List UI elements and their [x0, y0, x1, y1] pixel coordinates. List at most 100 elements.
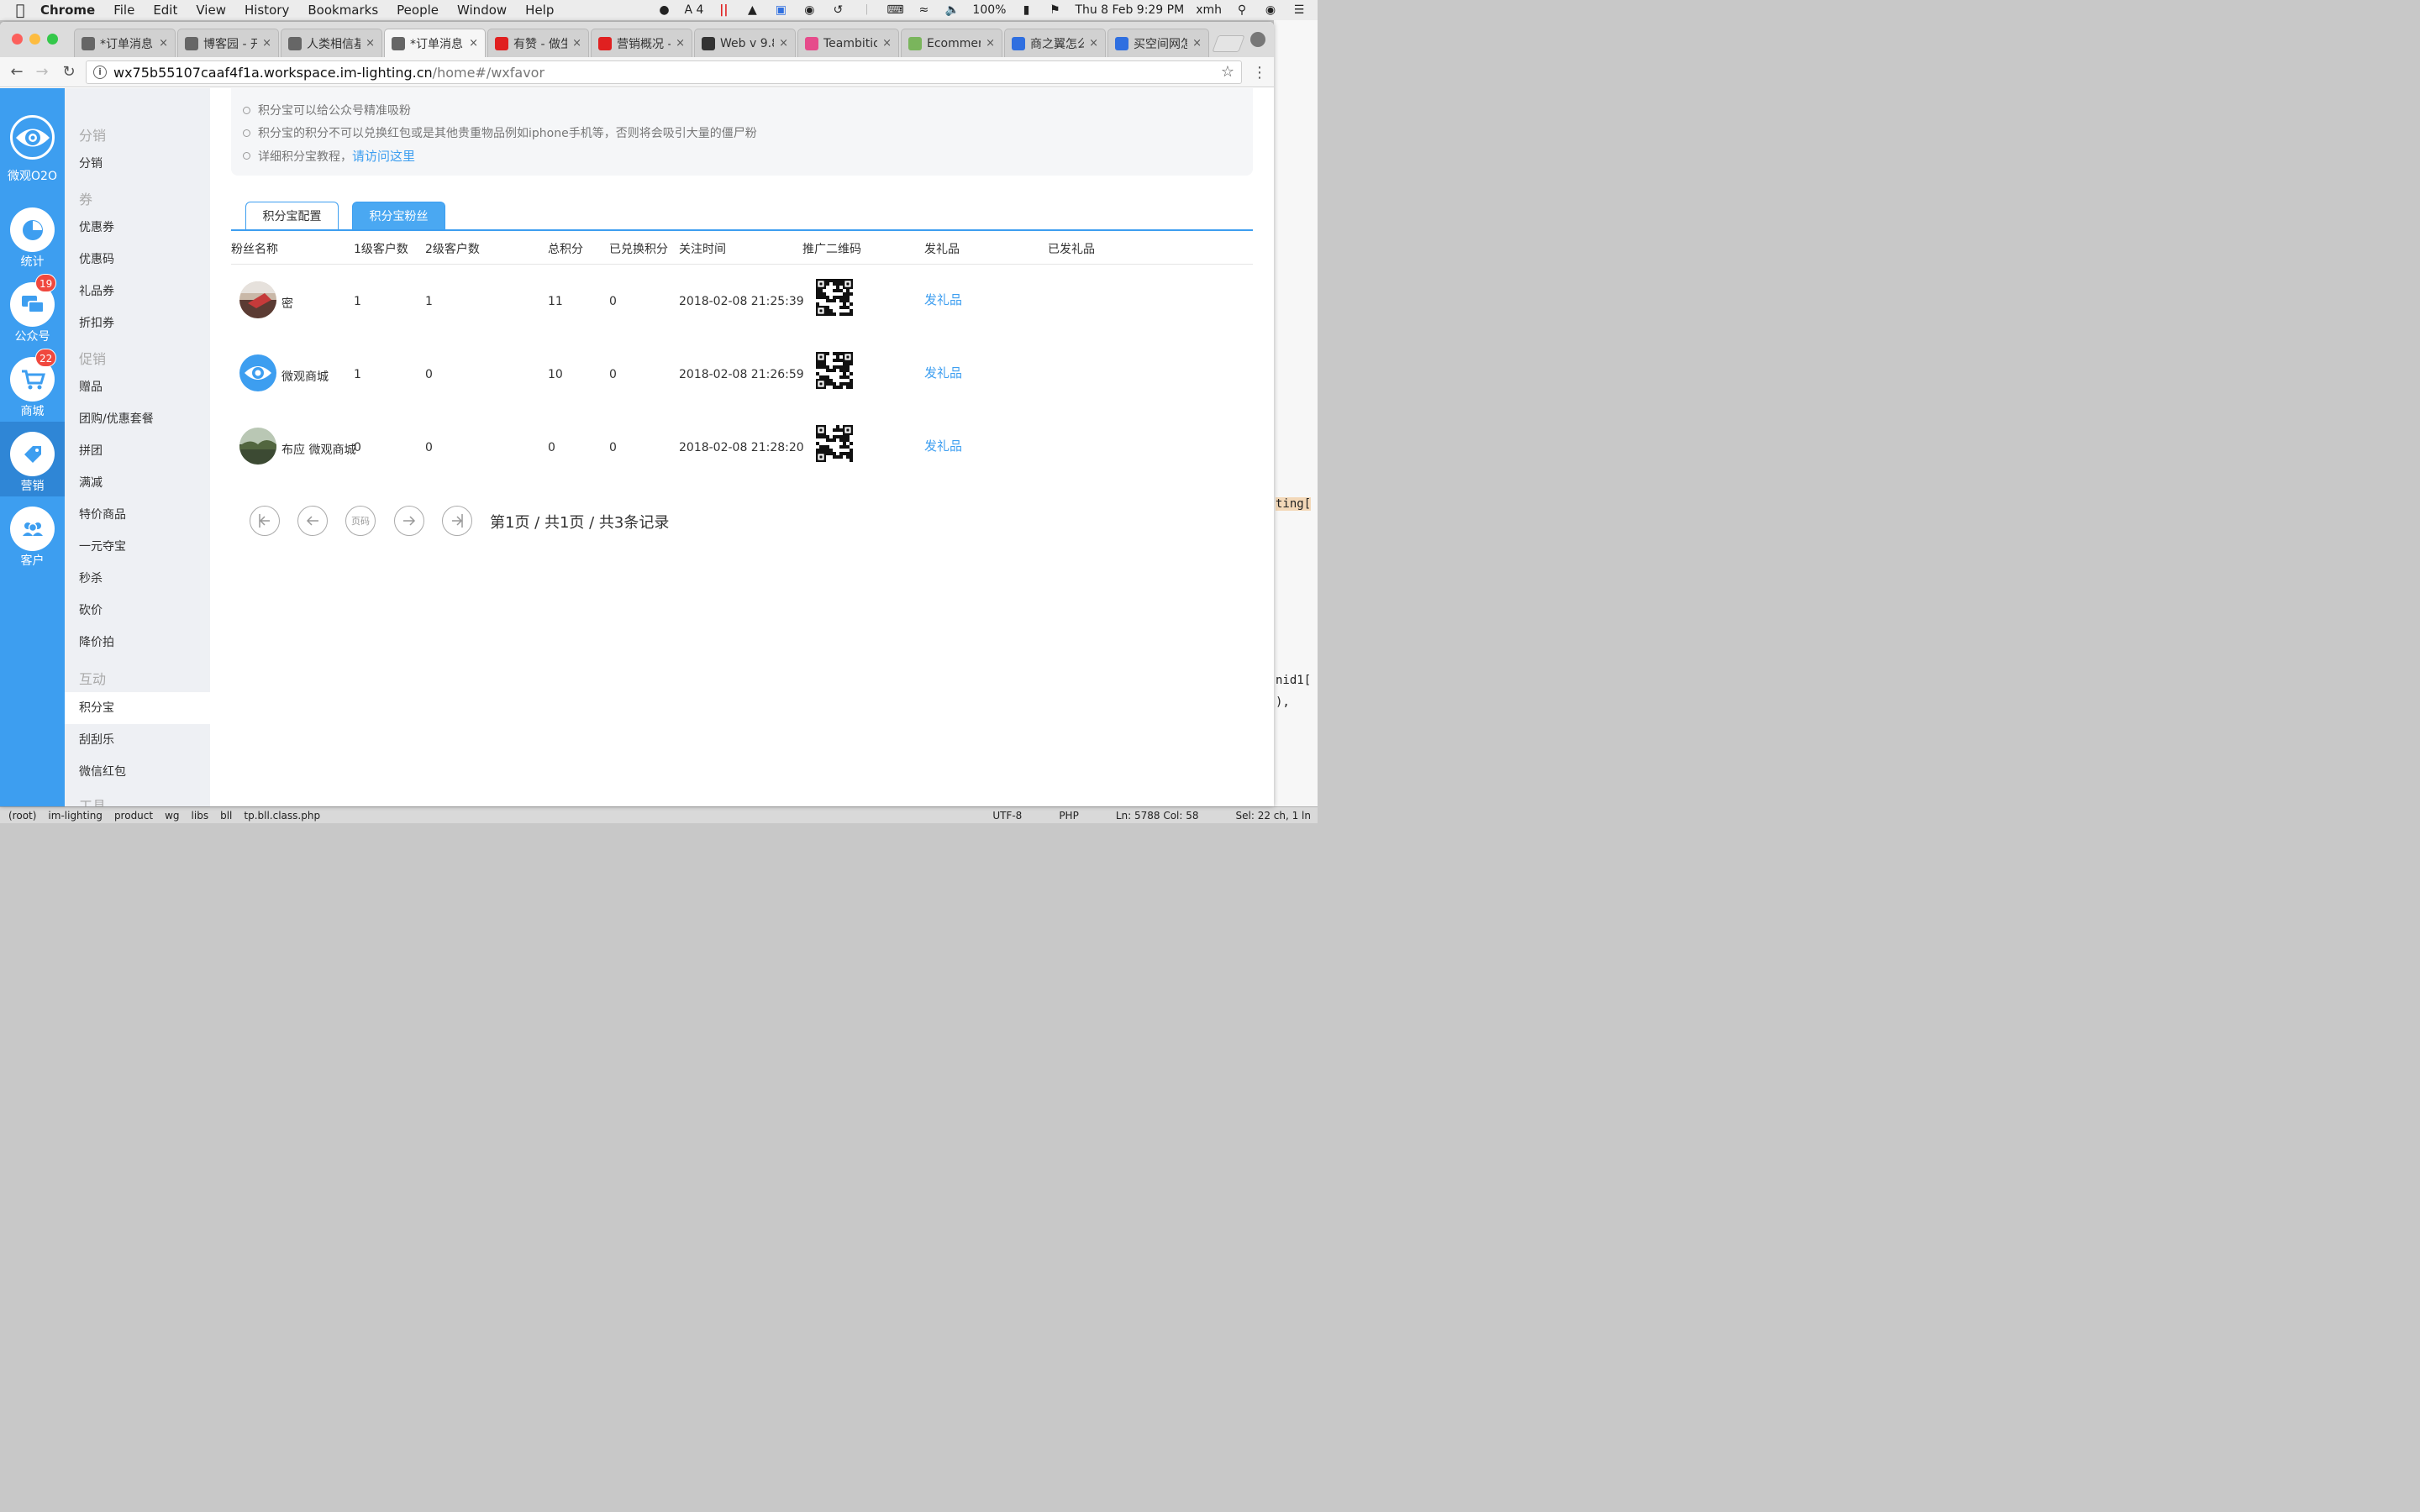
subnav-item-discount-coupon[interactable]: 折扣券: [65, 307, 210, 339]
keyboard-icon[interactable]: ⌨: [886, 3, 903, 17]
encoding-select[interactable]: UTF-8: [992, 810, 1022, 822]
subnav-item-gift[interactable]: 赠品: [65, 371, 210, 403]
rail-item-marketing[interactable]: 营销: [0, 422, 65, 496]
new-tab-button[interactable]: [1212, 35, 1245, 52]
crumb[interactable]: libs: [192, 810, 209, 822]
language-select[interactable]: PHP: [1059, 810, 1079, 822]
adobe-icon[interactable]: A 4: [684, 3, 703, 17]
subnav-item-flash-sale[interactable]: 秒杀: [65, 563, 210, 595]
close-tab-icon[interactable]: ×: [882, 37, 892, 50]
subnav-item-bargain[interactable]: 砍价: [65, 595, 210, 627]
browser-tab[interactable]: *订单消息 ×: [384, 29, 486, 57]
close-tab-icon[interactable]: ×: [779, 37, 788, 50]
site-info-icon[interactable]: i: [93, 66, 107, 79]
tab-points-fans[interactable]: 积分宝粉丝: [352, 202, 445, 230]
browser-tab[interactable]: Web v 9.8 ×: [694, 29, 796, 57]
user-name[interactable]: xmh: [1196, 3, 1222, 17]
browser-tab[interactable]: 博客园 - 开 ×: [177, 29, 279, 57]
us-flag-icon[interactable]: ⚑: [1046, 3, 1063, 17]
qr-code-icon[interactable]: [816, 279, 853, 316]
hat-icon[interactable]: ◉: [801, 3, 818, 17]
address-bar[interactable]: i wx75b55107caaf4f1a.workspace.im-lighti…: [86, 60, 1242, 84]
close-window-button[interactable]: [12, 34, 23, 45]
browser-tab[interactable]: *订单消息 ×: [74, 29, 176, 57]
rail-item-wechat-account[interactable]: 19 公众号: [0, 272, 65, 347]
rail-item-stats[interactable]: 统计: [0, 197, 65, 272]
browser-tab[interactable]: Teambition ×: [797, 29, 899, 57]
menu-edit[interactable]: Edit: [153, 3, 177, 18]
last-page-button[interactable]: [442, 506, 472, 536]
crumb[interactable]: tp.bll.class.php: [244, 810, 320, 822]
first-page-button[interactable]: [250, 506, 280, 536]
crumb[interactable]: wg: [165, 810, 179, 822]
menu-file[interactable]: File: [113, 3, 134, 18]
browser-tab[interactable]: 人类相信基 ×: [281, 29, 382, 57]
subnav-item-pintuan[interactable]: 拼团: [65, 435, 210, 467]
siri-icon[interactable]: ◉: [1262, 3, 1279, 17]
menu-window[interactable]: Window: [457, 3, 507, 18]
menu-bookmarks[interactable]: Bookmarks: [308, 3, 378, 18]
crumb[interactable]: product: [114, 810, 153, 822]
menu-help[interactable]: Help: [525, 3, 554, 18]
subnav-item-group-buy[interactable]: 团购/优惠套餐: [65, 403, 210, 435]
subnav-item-gift-card[interactable]: 礼品券: [65, 276, 210, 307]
subnav-item-special-price[interactable]: 特价商品: [65, 499, 210, 531]
prev-page-button[interactable]: [297, 506, 328, 536]
subnav-item-points[interactable]: 积分宝: [65, 692, 210, 724]
profile-icon[interactable]: [1250, 32, 1265, 47]
spotlight-search-icon[interactable]: ⚲: [1234, 3, 1250, 17]
teamviewer-icon[interactable]: ▣: [772, 3, 789, 17]
close-tab-icon[interactable]: ×: [262, 37, 271, 50]
zoom-window-button[interactable]: [47, 34, 58, 45]
qq-icon[interactable]: ▲: [744, 3, 760, 17]
crumb[interactable]: im-lighting: [48, 810, 103, 822]
qr-code-icon[interactable]: [816, 425, 853, 462]
subnav-item-coupon-code[interactable]: 优惠码: [65, 244, 210, 276]
battery-percent[interactable]: 100%: [972, 3, 1006, 17]
page-number-input[interactable]: 页码: [345, 506, 376, 536]
notification-center-icon[interactable]: ☰: [1291, 3, 1307, 17]
close-tab-icon[interactable]: ×: [676, 37, 685, 50]
menu-view[interactable]: View: [196, 3, 226, 18]
browser-tab[interactable]: Ecommerc ×: [901, 29, 1002, 57]
browser-tab[interactable]: 买空间网怎 ×: [1107, 29, 1209, 57]
clock[interactable]: Thu 8 Feb 9:29 PM: [1075, 3, 1184, 17]
subnav-item-price-drop[interactable]: 降价拍: [65, 627, 210, 659]
time-machine-icon[interactable]: ↺: [829, 3, 846, 17]
browser-tab[interactable]: 商之翼怎么 ×: [1004, 29, 1106, 57]
tutorial-link[interactable]: 请访问这里: [352, 149, 415, 164]
qr-code-icon[interactable]: [816, 352, 853, 389]
browser-tab[interactable]: 有赞 - 做生 ×: [487, 29, 589, 57]
subnav-item-scratch[interactable]: 刮刮乐: [65, 724, 210, 756]
close-tab-icon[interactable]: ×: [469, 37, 478, 50]
apple-icon[interactable]: : [0, 2, 40, 19]
close-tab-icon[interactable]: ×: [986, 37, 995, 50]
browser-tab[interactable]: 营销概况 - ×: [591, 29, 692, 57]
send-gift-link[interactable]: 发礼品: [924, 364, 962, 381]
bookmark-star-icon[interactable]: ☆: [1221, 63, 1234, 81]
bluetooth-icon[interactable]: ᛁ: [858, 3, 875, 17]
next-page-button[interactable]: [394, 506, 424, 536]
volume-icon[interactable]: 🔈: [944, 3, 960, 17]
wifi-icon[interactable]: ≈: [915, 3, 932, 17]
subnav-item-one-yuan[interactable]: 一元夺宝: [65, 531, 210, 563]
menu-app-name[interactable]: Chrome: [40, 3, 95, 18]
crumb[interactable]: (root): [8, 810, 36, 822]
close-tab-icon[interactable]: ×: [366, 37, 375, 50]
tab-points-config[interactable]: 积分宝配置: [245, 202, 339, 230]
rail-item-mall[interactable]: 22 商城: [0, 347, 65, 422]
subnav-item-fenxiao[interactable]: 分销: [65, 148, 210, 180]
parallels-icon[interactable]: ||: [715, 3, 732, 17]
chrome-menu-icon[interactable]: ⋮: [1252, 64, 1267, 81]
menu-people[interactable]: People: [397, 3, 439, 18]
subnav-item-full-reduction[interactable]: 满减: [65, 467, 210, 499]
close-tab-icon[interactable]: ×: [572, 37, 581, 50]
subnav-item-coupon[interactable]: 优惠券: [65, 212, 210, 244]
send-gift-link[interactable]: 发礼品: [924, 291, 962, 308]
rail-item-home[interactable]: 微观O2O: [0, 105, 65, 183]
close-tab-icon[interactable]: ×: [1089, 37, 1098, 50]
menu-history[interactable]: History: [245, 3, 289, 18]
minimize-window-button[interactable]: [29, 34, 40, 45]
forward-button[interactable]: →: [32, 62, 52, 82]
reload-button[interactable]: ↻: [59, 62, 79, 82]
